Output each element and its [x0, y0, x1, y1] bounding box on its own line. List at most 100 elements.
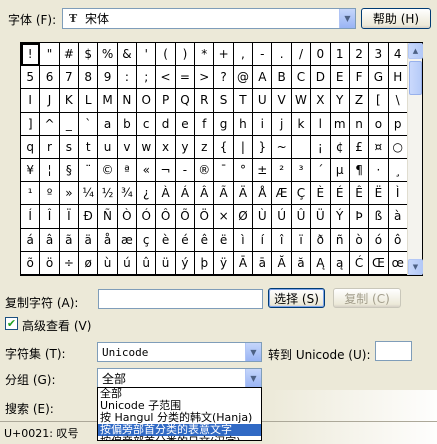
character-cell[interactable]: ¥: [21, 158, 41, 183]
character-cell[interactable]: >: [195, 66, 215, 90]
character-cell[interactable]: ?: [214, 66, 234, 90]
character-cell[interactable]: û: [137, 251, 157, 275]
character-cell[interactable]: Q: [175, 89, 196, 113]
character-cell[interactable]: á: [21, 228, 41, 252]
character-cell[interactable]: Ñ: [98, 205, 118, 229]
character-cell[interactable]: $: [79, 43, 99, 67]
character-cell[interactable]: ;: [137, 66, 157, 90]
character-cell[interactable]: ã: [59, 228, 80, 252]
character-cell[interactable]: K: [59, 89, 80, 113]
character-cell[interactable]: -: [253, 43, 273, 67]
scroll-thumb[interactable]: [409, 61, 422, 95]
character-cell[interactable]: Ü: [311, 205, 331, 229]
character-cell[interactable]: ○: [388, 135, 408, 159]
group-dropdown-list[interactable]: 全部 Unicode 子范围按 Hangul 分类的韩文(Hanja) 按偏旁部首分…: [97, 387, 262, 441]
character-cell[interactable]: L: [79, 89, 99, 113]
character-cell[interactable]: /: [291, 43, 312, 67]
character-cell[interactable]: Ï: [59, 205, 80, 229]
character-cell[interactable]: U: [253, 89, 273, 113]
character-cell[interactable]: ò: [349, 228, 370, 252]
character-cell[interactable]: Í: [21, 205, 41, 229]
character-cell[interactable]: i: [253, 112, 273, 136]
character-cell[interactable]: <: [156, 66, 176, 90]
character-cell[interactable]: P: [156, 89, 176, 113]
character-cell[interactable]: Ą: [311, 251, 331, 275]
character-cell[interactable]: T: [233, 89, 254, 113]
character-cell[interactable]: ¨: [79, 158, 99, 183]
character-cell[interactable]: Ë: [369, 182, 389, 206]
character-cell[interactable]: Ù: [253, 205, 273, 229]
character-cell[interactable]: ·: [369, 158, 389, 183]
character-cell[interactable]: ý: [175, 251, 196, 275]
character-cell[interactable]: ×: [214, 205, 234, 229]
character-cell[interactable]: a: [98, 112, 118, 136]
character-cell[interactable]: Æ: [272, 182, 292, 206]
character-cell[interactable]: ©: [98, 158, 118, 183]
character-cell[interactable]: Ê: [349, 182, 370, 206]
character-cell[interactable]: ä: [79, 228, 99, 252]
character-cell[interactable]: b: [117, 112, 138, 136]
scroll-up-icon[interactable]: ▲: [408, 43, 423, 59]
character-cell[interactable]: »: [59, 182, 80, 206]
character-cell[interactable]: â: [40, 228, 60, 252]
character-cell[interactable]: ¡: [311, 135, 331, 159]
chevron-down-icon[interactable]: ▼: [245, 343, 261, 361]
character-cell[interactable]: Ô: [156, 205, 176, 229]
character-cell[interactable]: ì: [233, 228, 254, 252]
character-cell[interactable]: ÷: [59, 251, 80, 275]
character-cell[interactable]: Ú: [272, 205, 292, 229]
character-cell[interactable]: Ý: [330, 205, 350, 229]
character-cell[interactable]: è: [156, 228, 176, 252]
character-cell[interactable]: ñ: [330, 228, 350, 252]
character-cell[interactable]: W: [291, 89, 312, 113]
character-cell[interactable]: ë: [214, 228, 234, 252]
character-cell[interactable]: é: [175, 228, 196, 252]
character-cell[interactable]: Ö: [195, 205, 215, 229]
character-cell[interactable]: ¤: [369, 135, 389, 159]
character-cell[interactable]: ç: [137, 228, 157, 252]
character-cell[interactable]: ā: [253, 251, 273, 275]
character-cell[interactable]: °: [233, 158, 254, 183]
copy-button[interactable]: 复制 (C): [333, 288, 401, 308]
character-cell[interactable]: ~: [272, 135, 292, 159]
character-cell[interactable]: n: [349, 112, 370, 136]
chevron-down-icon[interactable]: ▼: [245, 369, 261, 387]
character-cell[interactable]: y: [175, 135, 196, 159]
character-cell[interactable]: ²: [272, 158, 292, 183]
character-cell[interactable]: ±: [253, 158, 273, 183]
character-cell[interactable]: *: [195, 43, 215, 67]
character-cell[interactable]: ă: [291, 251, 312, 275]
character-cell[interactable]: I: [21, 89, 41, 113]
character-cell[interactable]: &: [117, 43, 138, 67]
character-cell[interactable]: ): [175, 43, 196, 67]
character-cell[interactable]: \: [388, 89, 408, 113]
character-cell[interactable]: Õ: [175, 205, 196, 229]
character-cell[interactable]: §: [59, 158, 80, 183]
character-cell[interactable]: ú: [117, 251, 138, 275]
character-cell[interactable]: ¹: [21, 182, 41, 206]
character-cell[interactable]: Ó: [137, 205, 157, 229]
character-cell[interactable]: ^: [40, 112, 60, 136]
character-cell[interactable]: Ć: [349, 251, 370, 275]
character-cell[interactable]: Ð: [79, 205, 99, 229]
character-cell[interactable]: ]: [21, 112, 41, 136]
character-cell[interactable]: Ò: [117, 205, 138, 229]
character-cell[interactable]: Ä: [233, 182, 254, 206]
character-cell[interactable]: Ç: [291, 182, 312, 206]
character-cell[interactable]: ÿ: [214, 251, 234, 275]
scroll-down-icon[interactable]: ▼: [408, 259, 423, 275]
character-cell[interactable]: %: [98, 43, 118, 67]
character-cell[interactable]: Œ: [369, 251, 389, 275]
character-cell[interactable]: E: [330, 66, 350, 90]
character-cell[interactable]: ü: [156, 251, 176, 275]
character-cell[interactable]: V: [272, 89, 292, 113]
character-grid[interactable]: ! " # $% & '() * +, -./0 1 2 3 4 5 6 7 8 9:; < = >? @ A B C D E F G H…: [20, 42, 423, 276]
character-cell[interactable]: 8: [79, 66, 99, 90]
character-cell[interactable]: ą: [330, 251, 350, 275]
character-cell[interactable]: å: [98, 228, 118, 252]
character-cell[interactable]: w: [137, 135, 157, 159]
character-cell[interactable]: î: [272, 228, 292, 252]
character-cell[interactable]: þ: [195, 251, 215, 275]
character-cell[interactable]: p: [388, 112, 408, 136]
chevron-down-icon[interactable]: ▼: [339, 9, 355, 28]
